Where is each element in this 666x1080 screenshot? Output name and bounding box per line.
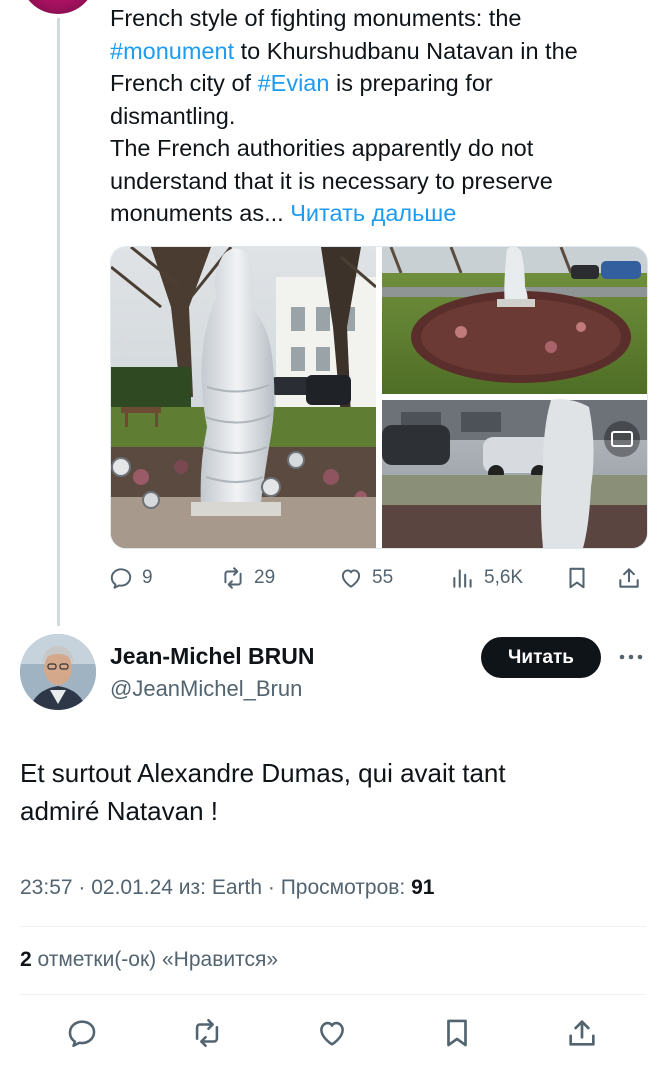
views-count: 5,6K (484, 567, 524, 588)
reply-icon[interactable] (65, 1016, 99, 1050)
like-count: 55 (372, 567, 394, 588)
reply-author-name[interactable]: Jean-Michel BRUN (110, 643, 314, 670)
tweet-text-line: French city of (110, 70, 258, 96)
reply-author-handle[interactable]: @JeanMichel_Brun (110, 676, 302, 702)
divider (20, 926, 646, 927)
bookmark-icon[interactable] (440, 1016, 474, 1050)
reply-action[interactable]: 9 (108, 560, 153, 596)
tweet-timestamp[interactable]: 23:57 · 02.01.24 (20, 876, 179, 899)
thread-connector-line (57, 18, 60, 626)
hashtag-link-monument[interactable]: #monument (110, 38, 234, 64)
media-photo-3[interactable] (382, 399, 647, 548)
tweet-text-line: understand that it is necessary to prese… (110, 167, 553, 194)
media-photo-2[interactable] (382, 247, 647, 394)
reply-text-line: admiré Natavan ! (20, 796, 218, 826)
repost-action[interactable]: 29 (220, 560, 275, 596)
tweet-text-line: The French authorities apparently do not (110, 135, 534, 161)
tweet-text-line: monuments as... (110, 200, 291, 226)
follow-button[interactable]: Читать (481, 637, 601, 678)
views-icon (453, 569, 472, 588)
tweet-source-prefix: из: (178, 876, 212, 899)
reply-count: 9 (142, 567, 153, 588)
share-action[interactable] (616, 560, 642, 596)
repost-count: 29 (254, 567, 276, 588)
tweet-meta: 23:57 · 02.01.24 из: Earth · Просмотров:… (20, 876, 434, 900)
tweet-text-line: is preparing for (329, 70, 493, 96)
media-grid (110, 246, 648, 549)
reply-action-bar (0, 1010, 666, 1056)
reply-views-count: 91 (411, 876, 435, 899)
share-icon[interactable] (565, 1016, 599, 1050)
views-action[interactable]: 5,6K (450, 560, 523, 596)
repost-icon[interactable] (190, 1016, 224, 1050)
media-photo-1[interactable] (111, 247, 377, 548)
hashtag-link-evian[interactable]: #Evian (258, 70, 330, 96)
likes-count: 2 (20, 948, 32, 971)
share-icon (619, 568, 639, 588)
reply-tweet-text: Et surtout Alexandre Dumas, qui avait ta… (20, 754, 640, 830)
tweet-source: Earth (211, 876, 263, 899)
reply-text-line: Et surtout Alexandre Dumas, qui avait ta… (20, 758, 506, 788)
tweet-text-line: to Khurshudbanu Natavan in the (234, 37, 578, 64)
more-options-icon[interactable] (616, 648, 646, 666)
divider (20, 994, 646, 995)
repost-icon (224, 567, 242, 589)
like-icon (341, 569, 361, 588)
like-action[interactable]: 55 (338, 560, 393, 596)
tweet-text-line: dismantling. (110, 102, 236, 129)
likes-summary[interactable]: 2 отметки(-ок) «Нравится» (20, 948, 278, 972)
reply-author-avatar[interactable] (20, 634, 96, 710)
bookmark-icon (569, 567, 585, 589)
views-label: · Просмотров: (262, 876, 412, 899)
parent-tweet-text: French style of fighting monuments: the … (110, 2, 650, 230)
likes-label: отметки(-ок) «Нравится» (31, 948, 279, 971)
bookmark-action[interactable] (564, 560, 590, 596)
like-icon[interactable] (315, 1016, 349, 1050)
read-more-link[interactable]: Читать дальше (290, 200, 456, 226)
tweet-text-line: French style of fighting monuments: the (110, 5, 522, 31)
reply-icon (110, 568, 132, 589)
parent-tweet-actions: 9 29 55 5,6K (108, 560, 648, 596)
parent-author-avatar[interactable] (20, 0, 96, 14)
